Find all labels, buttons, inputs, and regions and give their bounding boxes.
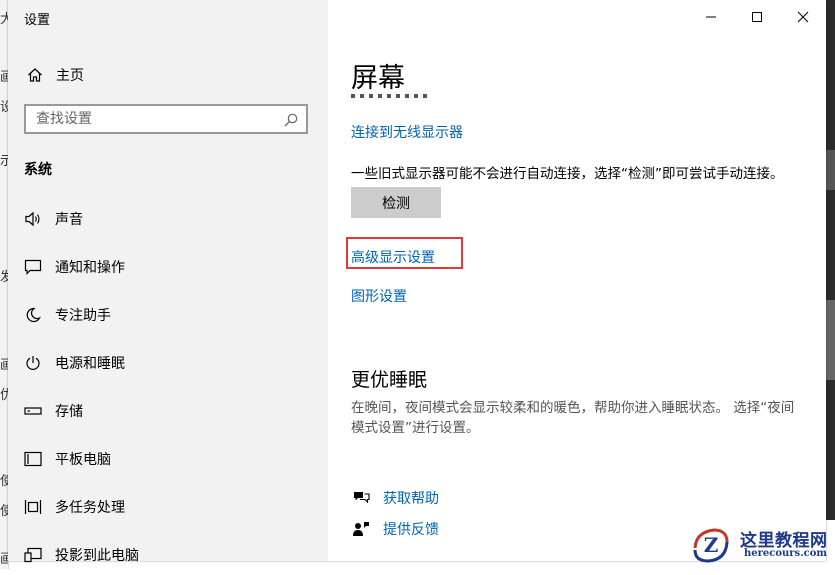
minimize-icon: [705, 8, 717, 27]
sidebar-item-label: 存储: [55, 404, 83, 420]
bg-char: 大: [0, 12, 8, 27]
speaker-icon: [22, 211, 44, 227]
sidebar-item-label: 专注助手: [55, 308, 111, 324]
home-icon: [24, 67, 46, 83]
sidebar-item-notifications[interactable]: 通知和操作: [8, 247, 328, 287]
give-feedback-link[interactable]: 提供反馈: [351, 518, 439, 540]
maximize-icon: [751, 8, 763, 27]
get-help-label: 获取帮助: [383, 491, 439, 507]
sidebar-item-home[interactable]: 主页: [24, 63, 84, 87]
minimize-button[interactable]: [688, 0, 734, 34]
connect-wireless-display-link[interactable]: 连接到无线显示器: [351, 122, 463, 142]
sidebar-item-label: 声音: [55, 212, 83, 228]
sidebar-item-focus-assist[interactable]: 专注助手: [8, 295, 328, 335]
sidebar-item-label: 投影到此电脑: [55, 548, 139, 564]
watermark-url: herecours.com: [744, 548, 828, 559]
graphics-settings-link[interactable]: 图形设置: [351, 286, 407, 306]
site-watermark: Z 这里教程网 herecours.com: [684, 522, 835, 569]
sidebar-item-sound[interactable]: 声音: [8, 199, 328, 239]
power-icon: [22, 355, 44, 371]
multitask-icon: [22, 499, 44, 515]
detect-description: 一些旧式显示器可能不会进行自动连接，选择“检测”即可尝试手动连接。: [351, 166, 784, 182]
give-feedback-label: 提供反馈: [383, 522, 439, 538]
bg-char: 画: [0, 70, 8, 85]
tablet-icon: [22, 451, 44, 467]
sidebar-item-label: 电源和睡眠: [55, 356, 125, 372]
sleep-section-title: 更优睡眠: [351, 369, 428, 391]
background-window-right: [826, 0, 835, 520]
search-box[interactable]: [24, 104, 308, 134]
watermark-logo-icon: Z: [693, 528, 729, 563]
sidebar-item-label: 平板电脑: [55, 452, 111, 468]
window-title: 设置: [24, 13, 51, 28]
bg-char: 优: [0, 388, 8, 403]
bg-char: 发: [0, 270, 8, 285]
sidebar: 设置 主页 系统 声音 通知和操作: [8, 0, 328, 564]
sidebar-item-multitasking[interactable]: 多任务处理: [8, 487, 328, 527]
bg-char: 使: [0, 474, 8, 489]
notification-icon: [22, 259, 44, 275]
search-input[interactable]: [26, 106, 276, 132]
sidebar-item-label: 通知和操作: [55, 260, 125, 276]
moon-icon: [22, 307, 44, 323]
sidebar-item-project[interactable]: 投影到此电脑: [8, 535, 328, 575]
sidebar-item-tablet[interactable]: 平板电脑: [8, 439, 328, 479]
bg-char: 设: [0, 100, 8, 115]
svg-text:Z: Z: [704, 533, 719, 557]
scrolled-text-fragment: [351, 88, 441, 98]
bg-char: 画: [0, 552, 8, 567]
bg-char: 画: [0, 358, 8, 373]
maximize-button[interactable]: [734, 0, 780, 34]
storage-icon: [22, 406, 44, 416]
bg-char: 示: [0, 154, 8, 169]
search-icon[interactable]: [284, 112, 298, 131]
close-button[interactable]: [780, 0, 826, 34]
detect-button[interactable]: 检测: [351, 187, 441, 218]
get-help-link[interactable]: 获取帮助: [351, 487, 439, 509]
advanced-display-settings-link[interactable]: 高级显示设置: [351, 247, 435, 267]
main-content: 屏幕 连接到无线显示器 一些旧式显示器可能不会进行自动连接，选择“检测”即可尝试…: [328, 0, 826, 561]
sidebar-item-label: 主页: [56, 68, 84, 84]
bg-char: 使: [0, 504, 8, 519]
sleep-section-description: 在晚间，夜间模式会显示较柔和的暖色，帮助你进入睡眠状态。 选择“夜间模式设置”进…: [351, 400, 795, 436]
project-icon: [22, 547, 44, 563]
feedback-person-icon: [351, 521, 371, 537]
sidebar-item-storage[interactable]: 存储: [8, 391, 328, 431]
sidebar-item-label: 多任务处理: [55, 500, 125, 516]
help-chat-icon: [351, 490, 371, 506]
close-icon: [797, 8, 809, 27]
settings-window: 设置 主页 系统 声音 通知和操作: [8, 0, 826, 564]
sidebar-item-power[interactable]: 电源和睡眠: [8, 343, 328, 383]
sidebar-section-title: 系统: [24, 162, 52, 178]
